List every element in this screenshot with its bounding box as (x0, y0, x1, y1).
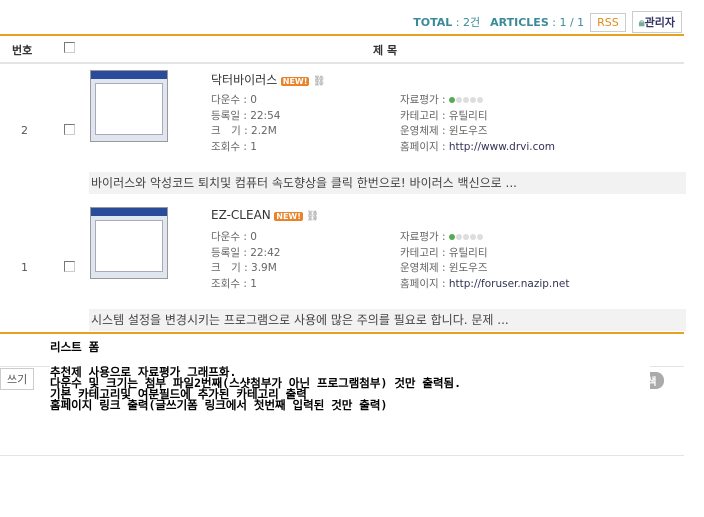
popup-title: 리스트 폼 (50, 340, 100, 354)
popup-line: 홈페이지 링크 출력(글쓰기폼 링크에서 첫번째 입력된 것만 출력) (50, 398, 388, 412)
write-button[interactable]: 쓰기 (0, 368, 35, 390)
board-stats: TOTAL : 2건 ARTICLES : 1 / 1 RSS 🔒︎관리자 (413, 11, 682, 33)
total-value: 2건 (463, 16, 481, 29)
table-bottom-line (0, 332, 684, 334)
rating-dot (448, 97, 455, 103)
post-title-link[interactable]: 닥터바이러스 (211, 73, 277, 87)
rating-dot (448, 234, 455, 240)
post-thumbnail[interactable] (90, 70, 168, 142)
file-size: 크 기 : 3.9M (211, 262, 277, 274)
column-number: 번호 (12, 44, 33, 57)
operating-system: 운영체제 : 윈도우즈 (400, 125, 488, 137)
articles-label: ARTICLES (490, 15, 549, 29)
rating-dot (469, 97, 476, 103)
post-title-link[interactable]: EZ-CLEAN (211, 208, 271, 222)
homepage-link[interactable]: http://foruser.nazip.net (449, 278, 570, 290)
file-size: 크 기 : 2.2M (211, 125, 277, 137)
rating-dot (455, 234, 462, 240)
post-thumbnail[interactable] (90, 207, 168, 279)
post-description[interactable]: 바이러스와 악성코드 퇴치및 컴퓨터 속도향상을 클릭 한번으로! 바이러스 백… (89, 172, 686, 194)
category: 카테고리 : 유틸리티 (400, 109, 488, 122)
post-number: 1 (21, 261, 28, 274)
rating-dot (455, 97, 462, 103)
operating-system: 운영체제 : 윈도우즈 (400, 262, 488, 274)
attachment-icon: ⛓ (306, 211, 320, 222)
admin-button[interactable]: 🔒︎관리자 (631, 11, 682, 33)
column-title: 제 목 (373, 44, 398, 57)
info-popup: 리스트 폼 추천제 사용으로 자료평가 그래프화. 다운수 및 크기는 첨부 파… (50, 338, 650, 426)
post-date: 등록일 : 22:42 (211, 246, 281, 259)
homepage-link[interactable]: http://www.drvi.com (449, 141, 555, 153)
view-count: 조회수 : 1 (211, 140, 257, 153)
post-description[interactable]: 시스템 설정을 변경시키는 프로그램으로 사용에 많은 주의를 필요로 합니다.… (89, 309, 686, 331)
articles-value: 1 / 1 (559, 15, 585, 29)
post-date: 등록일 : 22:54 (211, 109, 281, 122)
post-checkbox[interactable] (64, 261, 75, 272)
table-row: 1 EZ-CLEAN NEW! ⛓ 다운수 : 0 등록일 : 22:42 크 … (0, 200, 686, 336)
rating-dot (462, 234, 469, 240)
table-row: 2 닥터바이러스 NEW! ⛓ 다운수 : 0 등록일 : 22:54 크 기 … (0, 63, 686, 199)
download-count: 다운수 : 0 (211, 231, 257, 243)
select-all-checkbox[interactable] (64, 42, 75, 53)
download-count: 다운수 : 0 (211, 94, 257, 106)
new-badge: NEW! (274, 212, 303, 221)
rating-dots (448, 94, 484, 106)
post-checkbox[interactable] (64, 124, 75, 135)
rss-button[interactable]: RSS (590, 12, 626, 32)
rating-dot (476, 97, 483, 103)
rating-dot (476, 234, 483, 240)
header-divider (0, 34, 684, 36)
table-header: 번호 제 목 (0, 37, 684, 57)
category: 카테고리 : 유틸리티 (400, 246, 488, 259)
new-badge: NEW! (280, 77, 310, 86)
bottom-line (0, 455, 684, 456)
rating: 자료평가 : (400, 93, 555, 109)
attachment-icon: ⛓ (312, 76, 326, 87)
rating-dots (448, 231, 484, 243)
total-label: TOTAL (413, 16, 453, 29)
rating-dot (469, 234, 476, 240)
view-count: 조회수 : 1 (211, 277, 257, 290)
rating-dot (462, 97, 469, 103)
rating: 자료평가 : (400, 230, 570, 246)
post-number: 2 (21, 124, 28, 137)
